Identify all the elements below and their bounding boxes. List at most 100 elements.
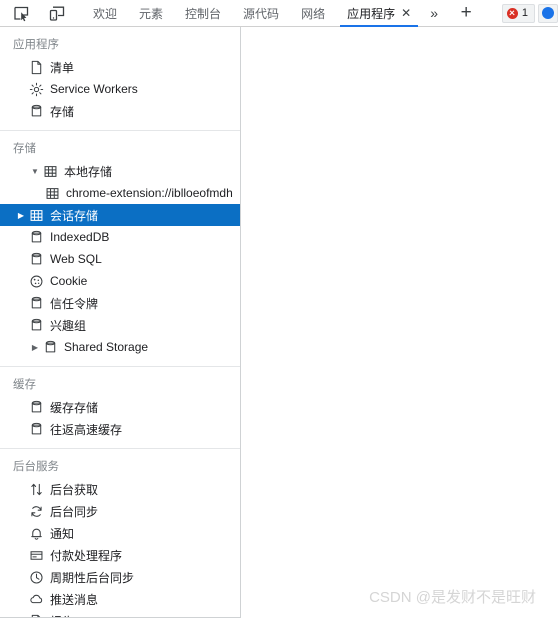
sidebar-item-3-0[interactable]: 后台获取 (0, 478, 240, 500)
sidebar-section-title: 后台服务 (13, 461, 59, 473)
tab-network[interactable]: 网络 (290, 0, 336, 27)
sidebar-item-label: 推送消息 (50, 592, 99, 607)
tab-label: 网络 (301, 6, 326, 21)
sidebar-item-label: 后台获取 (50, 482, 99, 497)
sidebar-item-1-8[interactable]: ▶ Shared Storage (0, 336, 240, 358)
tab-console[interactable]: 控制台 (174, 0, 232, 27)
sidebar-item-label: 存储 (50, 104, 75, 119)
database-icon (28, 295, 45, 311)
cookie-icon (28, 273, 45, 289)
sidebar-item-3-5[interactable]: 推送消息 (0, 588, 240, 610)
sidebar-item-label: Cookie (50, 274, 88, 288)
tab-welcome[interactable]: 欢迎 (82, 0, 128, 27)
tab-elements[interactable]: 元素 (128, 0, 174, 27)
table-icon (44, 185, 61, 201)
sidebar-item-label: 本地存储 (64, 164, 113, 179)
sidebar-item-label: IndexedDB (50, 230, 110, 244)
error-badge[interactable]: 1 (501, 3, 535, 23)
sidebar-item-0-1[interactable]: Service Workers (0, 78, 240, 100)
sidebar-item-label: Web SQL (50, 252, 102, 266)
sidebar-item-label: 周期性后台同步 (50, 570, 135, 585)
sidebar-item-0-0[interactable]: 清单 (0, 56, 240, 78)
sync-icon (28, 503, 45, 519)
twisty-collapsed-icon[interactable]: ▶ (14, 211, 28, 220)
tab-label: 应用程序 (347, 6, 396, 21)
sidebar-item-3-2[interactable]: 通知 (0, 522, 240, 544)
sidebar-item-label: 清单 (50, 60, 75, 75)
database-icon (28, 103, 45, 119)
sidebar-item-label: Service Workers (50, 82, 138, 96)
sidebar-item-label: 缓存存储 (50, 400, 99, 415)
sidebar-item-label: 通知 (50, 526, 75, 541)
sidebar-item-label: 兴趣组 (50, 318, 87, 333)
sidebar-item-2-0[interactable]: 缓存存储 (0, 396, 240, 418)
sidebar-section: 应用程序清单 Service Workers 存储 (0, 27, 240, 131)
sidebar-item-label: 后台同步 (50, 504, 99, 519)
sidebar-item-1-0[interactable]: ▼ 本地存储 (0, 160, 240, 182)
sidebar-item-3-3[interactable]: 付款处理程序 (0, 544, 240, 566)
close-icon[interactable]: ✕ (401, 7, 411, 19)
settings-button[interactable] (538, 3, 558, 23)
twisty-expanded-icon[interactable]: ▼ (28, 167, 42, 176)
sidebar-item-1-2[interactable]: ▶ 会话存储 (0, 204, 240, 226)
sidebar-item-label: Shared Storage (64, 340, 149, 354)
sidebar-section: 存储 ▼ 本地存储 chrome-extension://iblloeofmdh ▶ 会话… (0, 131, 240, 367)
sidebar-section: 缓存缓存存储往返高速缓存 (0, 367, 240, 449)
database-icon (28, 421, 45, 437)
document-icon (28, 59, 45, 75)
database-icon (28, 317, 45, 333)
sidebar-item-label: 往返高速缓存 (50, 422, 123, 437)
table-icon (42, 163, 59, 179)
database-icon (28, 229, 45, 245)
sidebar-section: 后台服务后台获取后台同步通知付款处理程序周期性后台同步推送消息报告 API (0, 449, 240, 618)
sidebar-item-1-1[interactable]: chrome-extension://iblloeofmdh (0, 182, 240, 204)
arrows-updown-icon (28, 481, 45, 497)
sidebar-section-title: 存储 (13, 143, 36, 155)
sidebar-item-3-1[interactable]: 后台同步 (0, 500, 240, 522)
tab-label: 控制台 (185, 6, 222, 21)
database-icon (28, 251, 45, 267)
inspect-element-icon[interactable] (8, 2, 34, 24)
database-icon (42, 339, 59, 355)
add-tab-icon[interactable]: + (452, 0, 480, 27)
cloud-icon (28, 591, 45, 607)
tab-label: 元素 (139, 6, 164, 21)
sidebar-item-1-6[interactable]: 信任令牌 (0, 292, 240, 314)
gear-icon (28, 81, 45, 97)
toggle-device-toolbar-icon[interactable] (44, 2, 70, 24)
sidebar-item-1-7[interactable]: 兴趣组 (0, 314, 240, 336)
tab-label: 源代码 (243, 6, 280, 21)
twisty-collapsed-icon[interactable]: ▶ (28, 343, 42, 352)
clock-icon (28, 569, 45, 585)
tab-sources[interactable]: 源代码 (232, 0, 290, 27)
sidebar-item-3-4[interactable]: 周期性后台同步 (0, 566, 240, 588)
application-sidebar: 应用程序 清单 Service Workers 存储 存储 ▼ 本地存储 chrome-ext… (0, 27, 241, 618)
main-content-panel: CSDN @是发财不是旺财 (242, 27, 558, 621)
sidebar-bottom-divider (0, 617, 241, 621)
sidebar-item-label: 信任令牌 (50, 296, 99, 311)
error-count: 1 (521, 7, 528, 19)
sidebar-item-1-5[interactable]: Cookie (0, 270, 240, 292)
sidebar-item-0-2[interactable]: 存储 (0, 100, 240, 122)
watermark-text: CSDN @是发财不是旺财 (369, 589, 536, 606)
toolbar-icons (0, 2, 70, 24)
blue-circle-icon (542, 7, 554, 19)
devtools-window: 欢迎 元素 控制台 源代码 网络 应用程序 ✕ » + 1 应用程序 清单 Se… (0, 0, 558, 621)
sidebar-item-2-1[interactable]: 往返高速缓存 (0, 418, 240, 440)
sidebar-item-1-3[interactable]: IndexedDB (0, 226, 240, 248)
sidebar-item-1-4[interactable]: Web SQL (0, 248, 240, 270)
tabbar-right-controls: 1 (501, 3, 558, 23)
tab-label: 欢迎 (93, 6, 118, 21)
devtools-tabbar: 欢迎 元素 控制台 源代码 网络 应用程序 ✕ » + 1 (0, 0, 558, 27)
sidebar-item-label: 会话存储 (50, 208, 99, 223)
sidebar-section-title: 缓存 (13, 379, 36, 391)
sidebar-item-label: chrome-extension://iblloeofmdh (66, 186, 233, 200)
bell-icon (28, 525, 45, 541)
card-icon (28, 547, 45, 563)
tab-application[interactable]: 应用程序 ✕ (336, 0, 422, 27)
sidebar-section-title: 应用程序 (13, 39, 59, 51)
sidebar-item-label: 付款处理程序 (50, 548, 123, 563)
more-tabs-icon[interactable]: » (422, 0, 446, 27)
error-icon (506, 7, 518, 19)
table-icon (28, 207, 45, 223)
